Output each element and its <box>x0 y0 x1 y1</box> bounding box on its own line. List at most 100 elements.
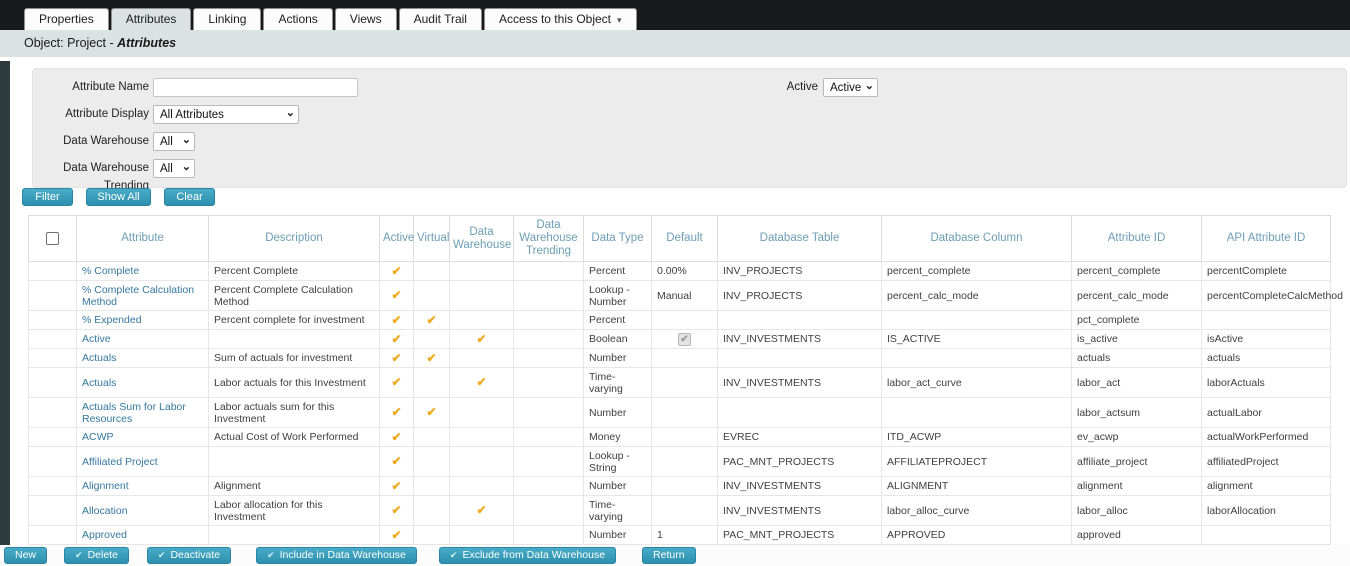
data-type-cell: Percent <box>584 262 652 281</box>
check-icon: ✔ <box>426 405 436 419</box>
tab-access-to-this-object[interactable]: Access to this Object▾ <box>484 8 637 30</box>
tab-strip: PropertiesAttributesLinking Actions Views A… <box>24 8 637 30</box>
active-cell: ✔ <box>380 477 414 496</box>
row-select-cell <box>29 330 77 349</box>
new-button[interactable]: New <box>4 547 47 564</box>
row-select-cell <box>29 262 77 281</box>
data-warehouse-select[interactable]: All ⌄ <box>153 132 195 151</box>
tab-label: Views <box>350 12 382 26</box>
tab-label: Actions <box>278 12 317 26</box>
data-warehouse-value: All <box>160 136 178 148</box>
attribute-link[interactable]: Actuals <box>82 352 116 364</box>
database-table-cell: PAC_MNT_PROJECTS <box>718 447 882 477</box>
data-warehouse-cell <box>450 477 514 496</box>
check-icon: ✔ <box>450 550 458 560</box>
database-table-cell: PAC_MNT_PROJECTS <box>718 526 882 545</box>
row-select-cell <box>29 447 77 477</box>
active-cell: ✔ <box>380 311 414 330</box>
active-filter-label: Active <box>733 78 818 96</box>
data-type-cell: Percent <box>584 311 652 330</box>
dw-trending-select[interactable]: All ⌄ <box>153 159 195 178</box>
filter-button[interactable]: Filter <box>22 188 73 206</box>
row-select-cell <box>29 496 77 526</box>
attribute-link[interactable]: Active <box>82 333 111 345</box>
default-cell <box>652 398 718 428</box>
include-in-data-warehouse-button[interactable]: ✔Include in Data Warehouse <box>256 547 417 564</box>
api-attribute-id-cell: affiliatedProject <box>1202 447 1331 477</box>
check-icon: ✔ <box>391 528 401 542</box>
active-cell: ✔ <box>380 281 414 311</box>
footer-button-label: Include in Data Warehouse <box>280 549 406 561</box>
exclude-from-data-warehouse-button[interactable]: ✔Exclude from Data Warehouse <box>439 547 616 564</box>
tab-views[interactable]: Views <box>335 8 397 30</box>
database-column-cell: APPROVED <box>882 526 1072 545</box>
attribute-link[interactable]: ACWP <box>82 431 114 443</box>
data-warehouse-label: Data Warehouse <box>33 132 149 150</box>
tab-attributes[interactable]: Attributes <box>111 8 192 30</box>
tab-linking[interactable]: Linking <box>193 8 261 30</box>
virtual-cell <box>414 526 450 545</box>
check-icon: ✔ <box>426 313 436 327</box>
select-all-checkbox[interactable] <box>46 232 59 245</box>
tab-actions[interactable]: Actions <box>263 8 332 30</box>
attribute-display-select[interactable]: All Attributes ⌄ <box>153 105 299 124</box>
attribute-link[interactable]: Actuals <box>82 377 116 389</box>
attribute-link[interactable]: Allocation <box>82 505 128 517</box>
check-icon: ✔ <box>391 503 401 517</box>
active-cell: ✔ <box>380 428 414 447</box>
data-warehouse-cell <box>450 428 514 447</box>
dw-trending-value: All <box>160 163 178 175</box>
data-warehouse-cell: ✔ <box>450 330 514 349</box>
show-all-button[interactable]: Show All <box>86 188 151 206</box>
deactivate-button[interactable]: ✔Deactivate <box>147 547 231 564</box>
row-select-cell <box>29 281 77 311</box>
tab-label: Access to this Object <box>499 12 611 26</box>
database-column-cell: percent_calc_mode <box>882 281 1072 311</box>
attribute-id-cell: pct_complete <box>1072 311 1202 330</box>
database-column-cell: percent_complete <box>882 262 1072 281</box>
default-cell <box>652 496 718 526</box>
description-cell: Alignment <box>209 477 380 496</box>
dw-trending-cell <box>514 330 584 349</box>
attribute-link[interactable]: Approved <box>82 529 127 541</box>
description-cell: Actual Cost of Work Performed <box>209 428 380 447</box>
attribute-link[interactable]: Alignment <box>82 480 129 492</box>
attribute-id-cell: percent_complete <box>1072 262 1202 281</box>
table-row: ActualsSum of actuals for investment✔✔Nu… <box>29 349 1331 368</box>
clear-button[interactable]: Clear <box>164 188 215 206</box>
database-column-cell: labor_alloc_curve <box>882 496 1072 526</box>
api-attribute-id-cell <box>1202 311 1331 330</box>
active-cell: ✔ <box>380 447 414 477</box>
api-attribute-id-cell: isActive <box>1202 330 1331 349</box>
attribute-link[interactable]: Actuals Sum for Labor Resources <box>82 401 186 425</box>
attribute-link[interactable]: Affiliated Project <box>82 456 158 468</box>
attribute-name-input[interactable] <box>153 78 358 97</box>
description-cell <box>209 526 380 545</box>
attribute-link[interactable]: % Expended <box>82 314 142 326</box>
return-button[interactable]: Return <box>642 547 696 564</box>
table-row: AllocationLabor allocation for this Inve… <box>29 496 1331 526</box>
tab-audit-trail[interactable]: Audit Trail <box>399 8 482 30</box>
database-table-cell <box>718 349 882 368</box>
virtual-cell <box>414 281 450 311</box>
database-column-cell: AFFILIATEPROJECT <box>882 447 1072 477</box>
column-header-active: Active <box>380 216 414 262</box>
tab-properties[interactable]: Properties <box>24 8 109 30</box>
chevron-down-icon: ⌄ <box>286 106 295 119</box>
delete-button[interactable]: ✔Delete <box>64 547 129 564</box>
attribute-id-cell: labor_actsum <box>1072 398 1202 428</box>
attribute-link[interactable]: % Complete <box>82 265 139 277</box>
dw-trending-cell <box>514 349 584 368</box>
api-attribute-id-cell: percentComplete <box>1202 262 1331 281</box>
attribute-id-cell: alignment <box>1072 477 1202 496</box>
active-filter-select[interactable]: Active ⌄ <box>823 78 878 97</box>
virtual-cell: ✔ <box>414 398 450 428</box>
check-icon: ✔ <box>75 550 83 560</box>
attribute-id-cell: affiliate_project <box>1072 447 1202 477</box>
attribute-link[interactable]: % Complete Calculation Method <box>82 284 194 308</box>
check-icon: ✔ <box>391 264 401 278</box>
active-cell: ✔ <box>380 262 414 281</box>
database-column-cell <box>882 311 1072 330</box>
attribute-display-value: All Attributes <box>160 109 282 121</box>
column-header-attribute: Attribute <box>77 216 209 262</box>
